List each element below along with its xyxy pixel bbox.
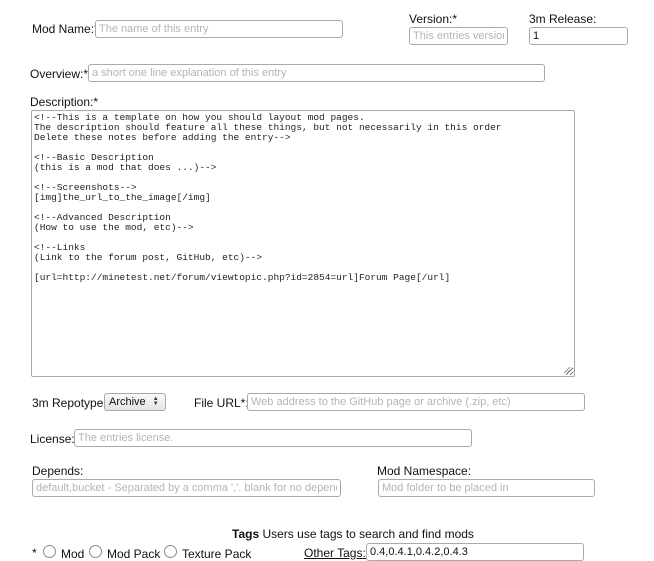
select-arrows-icon: ▲ ▼	[152, 396, 159, 407]
overview-label: Overview:*	[30, 67, 89, 81]
depends-label: Depends:	[32, 464, 84, 478]
radio-mod-label: Mod	[61, 547, 85, 561]
release-label: 3m Release:	[529, 12, 597, 26]
repotype-select[interactable]: Archive ▲ ▼	[104, 393, 166, 411]
tags-hint: Users use tags to search and find mods	[262, 527, 474, 541]
radio-mod-pack[interactable]	[89, 545, 102, 558]
overview-input[interactable]	[88, 64, 545, 82]
repotype-label: 3m Repotype:	[32, 396, 107, 410]
other-tags-input[interactable]	[366, 543, 584, 561]
radio-mod-pack-label: Mod Pack	[107, 547, 161, 561]
radio-texture-pack-label: Texture Pack	[182, 547, 252, 561]
tags-header: Tags Users use tags to search and find m…	[232, 527, 474, 541]
namespace-label: Mod Namespace:	[377, 464, 472, 478]
mod-name-input[interactable]	[95, 20, 343, 38]
version-input[interactable]	[409, 27, 508, 45]
radio-texture-pack[interactable]	[164, 545, 177, 558]
depends-input[interactable]	[32, 479, 341, 497]
repotype-selected-value: Archive	[109, 396, 146, 408]
radio-mod[interactable]	[43, 545, 56, 558]
tags-title: Tags	[232, 527, 260, 541]
license-label: License:	[30, 432, 75, 446]
file-url-label: File URL*:	[194, 396, 249, 410]
license-input[interactable]	[74, 429, 472, 447]
release-input[interactable]	[529, 27, 628, 45]
description-textarea[interactable]: <!--This is a template on how you should…	[31, 110, 575, 377]
description-label: Description:*	[30, 95, 99, 109]
version-label: Version:*	[409, 12, 458, 26]
mod-name-label: Mod Name:*	[32, 22, 99, 36]
namespace-input[interactable]	[378, 479, 595, 497]
file-url-input[interactable]	[247, 393, 585, 411]
